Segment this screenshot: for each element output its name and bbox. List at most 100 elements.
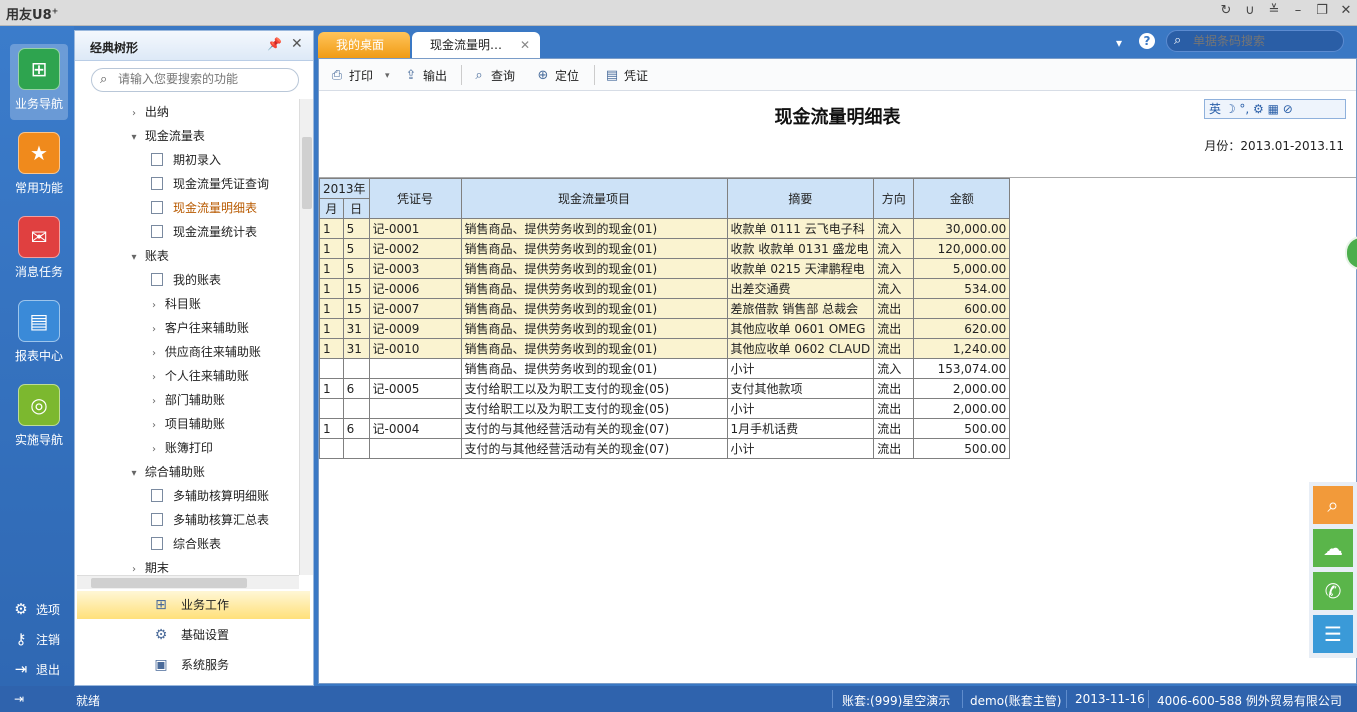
chevron-right-icon[interactable]: › <box>127 559 141 575</box>
table-row[interactable]: 支付的与其他经营活动有关的现金(07) 小计 流出 500.00 <box>319 438 1011 459</box>
cell-dir: 流出 <box>873 338 915 359</box>
locate-button[interactable]: ⊕ 定位 <box>535 67 579 84</box>
tree-node[interactable]: › 供应商往来辅助账 <box>147 341 261 363</box>
nav-message[interactable]: ✉ 消息任务 <box>10 212 68 288</box>
table-row[interactable]: 1 6 记-0005 支付给职工以及为职工支付的现金(05) 支付其他款项 流出 2,000… <box>319 378 1011 399</box>
function-search-input[interactable] <box>118 72 288 86</box>
chevron-right-icon[interactable]: › <box>147 391 161 413</box>
tree-node[interactable]: 现金流量凭证查询 <box>151 173 269 195</box>
export-button[interactable]: ⇪ 输出 <box>403 67 447 84</box>
ime-toolbar[interactable]: 英 ☽ °, ⚙ ▦ ⊘ <box>1204 99 1346 119</box>
tree-node[interactable]: 多辅助核算汇总表 <box>151 509 269 531</box>
close-icon[interactable]: ✕ <box>1336 3 1356 18</box>
scroll-thumb[interactable] <box>91 578 247 588</box>
cell-amt: 500.00 <box>913 418 1011 439</box>
tree-node[interactable]: › 出纳 <box>127 101 169 123</box>
tree-horizontal-scrollbar[interactable] <box>77 575 299 589</box>
restore-icon[interactable]: ❐ <box>1312 3 1332 18</box>
menu-icon[interactable]: ≚ <box>1264 3 1284 18</box>
tree-node[interactable]: 期初录入 <box>151 149 221 171</box>
chevron-right-icon[interactable]: › <box>147 343 161 365</box>
tree-close-icon[interactable]: ✕ <box>291 36 303 52</box>
tree-node[interactable]: › 期末 <box>127 557 169 575</box>
chevron-right-icon[interactable]: › <box>147 295 161 317</box>
tree-node[interactable]: ▾ 综合辅助账 <box>127 461 204 485</box>
tree-node[interactable]: › 部门辅助账 <box>147 389 225 411</box>
cell-amt: 5,000.00 <box>913 258 1011 279</box>
locate-icon: ⊕ <box>537 68 549 83</box>
tree-node[interactable]: 现金流量明细表 <box>151 197 257 219</box>
nav-implement[interactable]: ◎ 实施导航 <box>10 380 68 456</box>
nav-common[interactable]: ★ 常用功能 <box>10 128 68 204</box>
chevron-right-icon[interactable]: › <box>127 103 141 125</box>
table-row[interactable]: 1 15 记-0006 销售商品、提供劳务收到的现金(01) 出差交通费 流入 534.00 <box>319 278 1011 299</box>
print-button[interactable]: ⎙ 打印 ▾ <box>329 67 390 84</box>
cloud-icon[interactable]: ☁ <box>1313 529 1353 567</box>
pin-icon[interactable]: 📌 <box>267 37 282 51</box>
tree-node[interactable]: ▾ 现金流量表 <box>127 125 204 149</box>
options-button[interactable]: ⚙ 选项 <box>12 600 60 618</box>
group-system-service[interactable]: ▣ 系统服务 <box>77 651 310 679</box>
chevron-down-icon[interactable]: ▾ <box>385 71 390 81</box>
group-business-work[interactable]: ⊞ 业务工作 <box>77 591 310 619</box>
tree-node[interactable]: 现金流量统计表 <box>151 221 257 243</box>
scroll-thumb[interactable] <box>302 137 312 209</box>
table-row[interactable]: 1 6 记-0004 支付的与其他经营活动有关的现金(07) 1月手机话费 流出 500.0… <box>319 418 1011 439</box>
voucher-button[interactable]: ▤ 凭证 <box>604 67 648 84</box>
table-row[interactable]: 1 31 记-0009 销售商品、提供劳务收到的现金(01) 其他应收单 0601 OM… <box>319 318 1011 339</box>
help-icon[interactable]: ? <box>1139 33 1155 49</box>
table-row[interactable]: 销售商品、提供劳务收到的现金(01) 小计 流入 153,074.00 <box>319 358 1011 379</box>
table-row[interactable]: 1 5 记-0001 销售商品、提供劳务收到的现金(01) 收款单 0111 云飞电子科… <box>319 218 1011 239</box>
float-search-icon[interactable]: ⌕ <box>1313 486 1353 524</box>
expand-icon[interactable]: ⇥ <box>14 692 24 706</box>
barcode-search[interactable]: ⌕ <box>1166 30 1344 52</box>
tab-home[interactable]: 我的桌面 <box>318 32 410 59</box>
cell-item: 销售商品、提供劳务收到的现金(01) <box>460 258 728 279</box>
logout-button[interactable]: ⚷ 注销 <box>12 630 61 648</box>
chevron-down-icon[interactable]: ▾ <box>127 463 141 485</box>
table-row[interactable]: 1 15 记-0007 销售商品、提供劳务收到的现金(01) 差旅借款 销售部 总裁会流… <box>319 298 1011 319</box>
table-row[interactable]: 1 5 记-0003 销售商品、提供劳务收到的现金(01) 收款单 0215 天津鹏程电… <box>319 258 1011 279</box>
magnet-icon[interactable]: ∪ <box>1240 3 1260 18</box>
tree-node[interactable]: › 客户往来辅助账 <box>147 317 249 339</box>
chevron-right-icon[interactable]: › <box>147 415 161 437</box>
app-logo: 用友U8+ <box>6 6 59 23</box>
tree-node[interactable]: 我的账表 <box>151 269 221 291</box>
tree-node[interactable]: › 账簿打印 <box>147 437 213 459</box>
cell-dir: 流入 <box>873 238 915 259</box>
chevron-down-icon[interactable]: ▾ <box>127 247 141 269</box>
cell-d: 31 <box>342 318 370 339</box>
business-work-icon: ⊞ <box>155 597 167 613</box>
nav-business[interactable]: ⊞ 业务导航 <box>10 44 68 120</box>
feedback-icon[interactable]: ☰ <box>1313 615 1353 653</box>
query-button[interactable]: ⌕ 查询 <box>471 67 515 84</box>
tree-node[interactable]: › 个人往来辅助账 <box>147 365 249 387</box>
title-bar: 用友U8+ ↻ ∪ ≚ – ❐ ✕ <box>0 0 1357 26</box>
tree-vertical-scrollbar[interactable] <box>299 99 313 575</box>
nav-report[interactable]: ▤ 报表中心 <box>10 296 68 372</box>
group-basic-settings[interactable]: ⚙ 基础设置 <box>77 621 310 649</box>
chevron-right-icon[interactable]: › <box>147 319 161 341</box>
chevron-down-icon[interactable]: ▾ <box>1116 36 1122 50</box>
tree-node[interactable]: ▾ 账表 <box>127 245 168 269</box>
mail-icon: ✉ <box>18 216 60 258</box>
tree-node[interactable]: 综合账表 <box>151 533 221 555</box>
function-search[interactable]: ⌕ <box>91 68 299 92</box>
cell-amt: 2,000.00 <box>913 378 1011 399</box>
refresh-icon[interactable]: ↻ <box>1216 3 1236 18</box>
tab-close-icon[interactable]: ✕ <box>520 32 530 59</box>
tab-cash-flow-detail[interactable]: 现金流量明… ✕ <box>412 32 540 59</box>
barcode-search-input[interactable] <box>1193 34 1339 48</box>
chat-icon[interactable]: ✆ <box>1313 572 1353 610</box>
table-row[interactable]: 1 31 记-0010 销售商品、提供劳务收到的现金(01) 其他应收单 0602 CL… <box>319 338 1011 359</box>
tree-node[interactable]: › 项目辅助账 <box>147 413 225 435</box>
chevron-down-icon[interactable]: ▾ <box>127 127 141 149</box>
chevron-right-icon[interactable]: › <box>147 367 161 389</box>
chevron-right-icon[interactable]: › <box>147 439 161 461</box>
table-row[interactable]: 1 5 记-0002 销售商品、提供劳务收到的现金(01) 收款 收款单 0131 盛龙… <box>319 238 1011 259</box>
exit-button[interactable]: ⇥ 退出 <box>12 660 60 678</box>
tree-node[interactable]: 多辅助核算明细账 <box>151 485 269 507</box>
table-row[interactable]: 支付给职工以及为职工支付的现金(05) 小计 流出 2,000.00 <box>319 398 1011 419</box>
tree-node[interactable]: › 科目账 <box>147 293 201 315</box>
minimize-icon[interactable]: – <box>1288 3 1308 18</box>
